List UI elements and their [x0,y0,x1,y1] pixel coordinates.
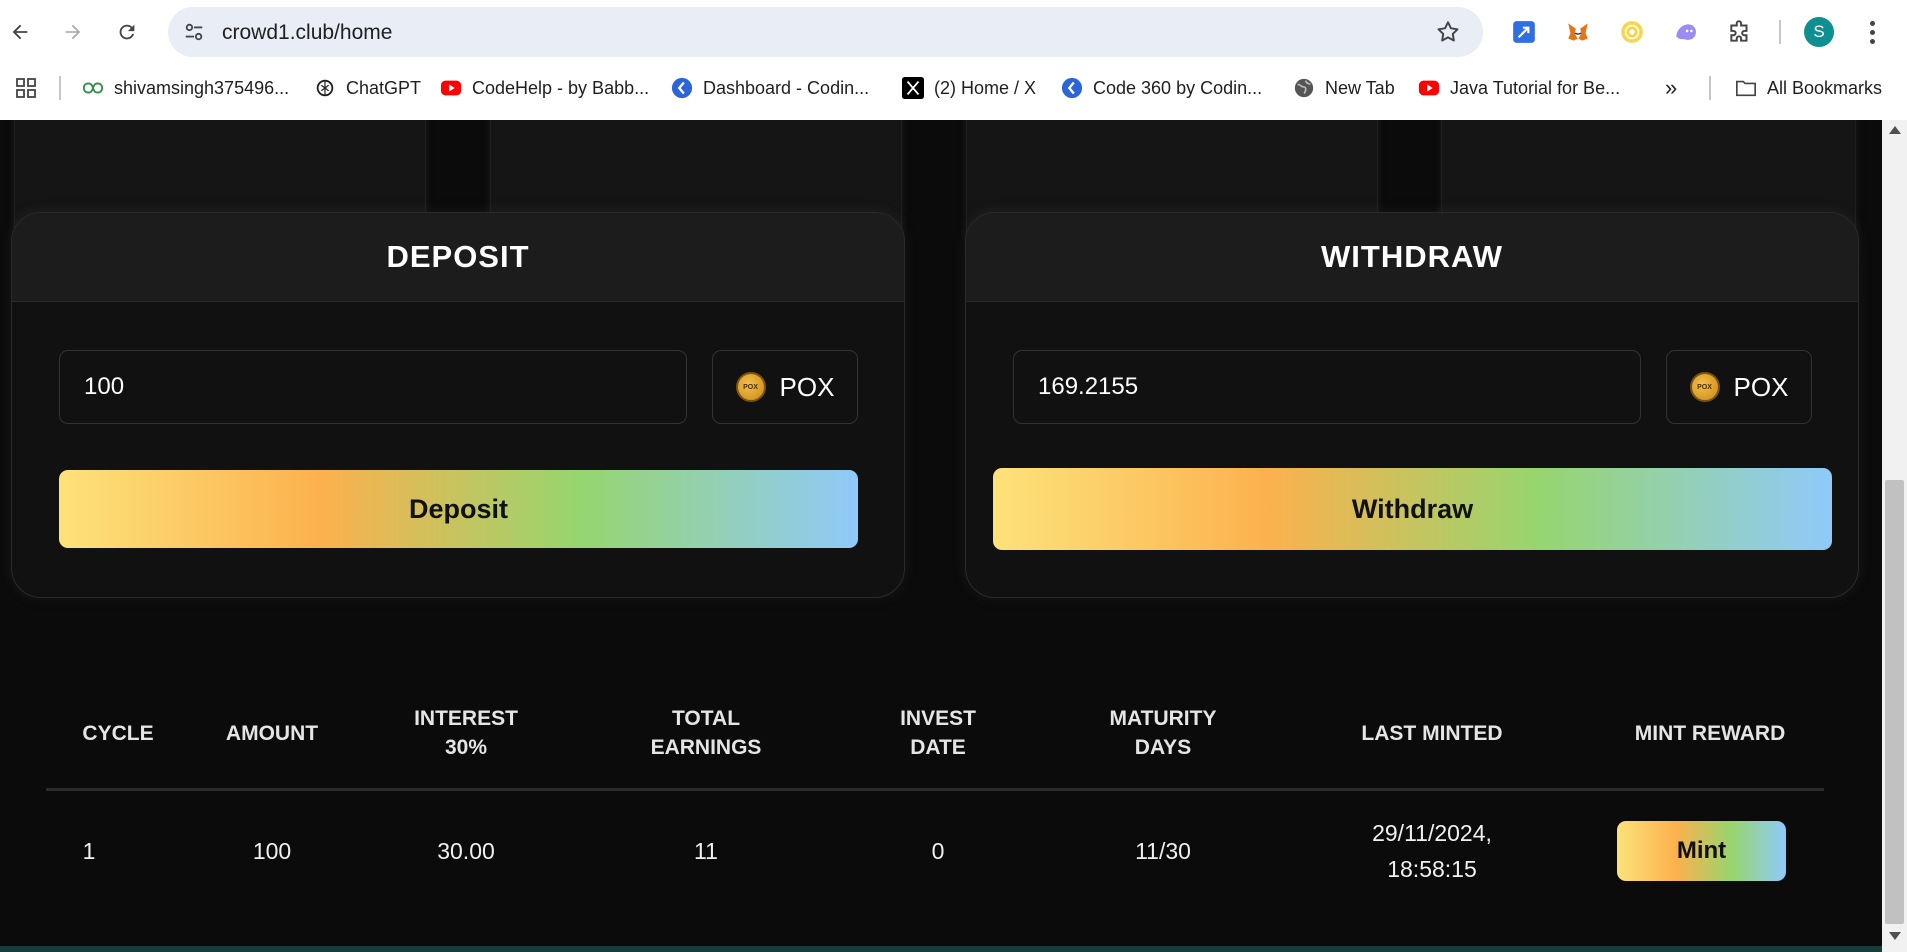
globe-icon [1293,77,1315,99]
chatgpt-icon [314,77,336,99]
column-header-invest-line1: INVEST [900,707,976,730]
cell-invest-date: 0 [931,838,945,864]
bookmark-star-icon[interactable] [1435,19,1461,45]
pox-coin-icon: POX [735,372,766,402]
cell-last-minted-date: 29/11/2024, [1372,820,1492,846]
bookmark-label: shivamsingh375496... [114,77,290,98]
site-info-icon[interactable] [180,18,208,46]
withdraw-amount-input[interactable] [1013,350,1641,424]
withdraw-token-label: POX [1733,371,1789,402]
extension-share-icon[interactable] [1508,16,1540,48]
withdraw-title: WITHDRAW [966,213,1858,302]
scroll-down-arrow-icon[interactable] [1889,932,1901,940]
bookmark-item[interactable]: (2) Home / X [902,74,1036,102]
table-header-divider [46,788,1824,791]
bookmark-label: Code 360 by Codin... [1093,77,1263,98]
youtube-icon [1418,77,1440,99]
cell-amount: 100 [252,838,292,864]
forward-button[interactable] [55,14,91,50]
back-button[interactable] [2,14,38,50]
cell-cycle: 1 [82,838,96,864]
browser-menu-icon[interactable] [1860,16,1884,48]
metamask-fox-icon[interactable] [1562,16,1594,48]
cell-last-minted-time: 18:58:15 [1387,856,1477,882]
column-header-invest-date: INVEST DATE [900,704,976,762]
profile-avatar[interactable]: S [1804,17,1834,47]
bookmark-label: Dashboard - Codin... [703,77,870,98]
deposit-panel: DEPOSIT POX POX Deposit [11,212,905,598]
codingninjas-icon [1061,77,1083,99]
scrollbar-thumb[interactable] [1885,480,1904,924]
back-arrow-icon [12,24,28,40]
page-content: DEPOSIT POX POX Deposit WITHDRAW POX POX… [0,120,1882,952]
column-header-interest-line2: 30% [444,736,488,759]
extension-ghost-icon[interactable] [1670,16,1702,48]
browser-toolbar: crowd1.club/home S [0,0,1907,64]
deposit-title: DEPOSIT [12,213,904,302]
bookmark-label: Java Tutorial for Be... [1450,77,1621,98]
column-header-interest-line1: INTEREST [414,707,518,730]
bookmark-label: New Tab [1325,77,1395,98]
folder-icon [1735,77,1757,99]
address-bar[interactable]: crowd1.club/home [168,7,1483,57]
bookmark-label: ChatGPT [346,77,422,98]
bookmarks-divider [59,76,61,100]
extensions-puzzle-icon[interactable] [1724,16,1756,48]
pox-coin-icon: POX [1689,372,1720,402]
cell-maturity-days: 11/30 [1135,838,1191,864]
geeksforgeeks-icon [82,77,104,99]
all-bookmarks-label: All Bookmarks [1767,77,1883,98]
url-text[interactable]: crowd1.club/home [222,21,392,45]
bookmark-item[interactable]: ChatGPT [314,74,421,102]
apps-grid-icon[interactable] [14,74,38,102]
deposit-token-selector[interactable]: POX POX [712,350,858,424]
scroll-up-arrow-icon[interactable] [1889,126,1901,134]
youtube-icon [440,77,462,99]
reload-icon [119,24,135,40]
cell-last-minted: 29/11/2024, 18:58:15 [1372,815,1492,887]
bookmark-label: CodeHelp - by Babb... [472,77,650,98]
column-header-maturity-line2: DAYS [1134,736,1192,759]
column-header-last-minted: LAST MINTED [1361,722,1503,745]
column-header-mint-reward: MINT REWARD [1634,722,1786,745]
column-header-cycle: CYCLE [82,722,154,745]
extension-spiral-icon[interactable] [1616,16,1648,48]
bookmark-label: (2) Home / X [934,77,1037,98]
bookmark-item[interactable]: CodeHelp - by Babb... [440,74,649,102]
codingninjas-icon [671,77,693,99]
column-header-total-line2: EARNINGS [650,736,762,759]
column-header-maturity-line1: MATURITY [1109,707,1217,730]
column-header-total-line1: TOTAL [671,707,741,730]
browser-chrome: crowd1.club/home S shivamsingh375496... [0,0,1907,120]
column-header-interest: INTEREST 30% [414,704,518,762]
withdraw-token-selector[interactable]: POX POX [1666,350,1812,424]
more-bookmarks-button[interactable]: » [1665,74,1677,102]
toolbar-divider [1779,20,1781,44]
column-header-total-earnings: TOTAL EARNINGS [651,704,762,762]
bookmarks-divider [1709,76,1711,100]
forward-arrow-icon [65,24,81,40]
bookmark-item[interactable]: New Tab [1293,74,1395,102]
bookmark-item[interactable]: Dashboard - Codin... [671,74,869,102]
cell-total-earnings: 11 [694,838,718,864]
column-header-invest-line2: DATE [910,736,966,759]
all-bookmarks-button[interactable]: All Bookmarks [1735,74,1882,102]
cell-interest: 30.00 [437,838,495,864]
deposit-token-label: POX [779,371,835,402]
x-icon [902,77,924,99]
deposit-button[interactable]: Deposit [59,470,858,548]
column-header-amount: AMOUNT [225,722,319,745]
reload-button[interactable] [109,14,145,50]
withdraw-panel: WITHDRAW POX POX Withdraw [965,212,1859,598]
column-header-maturity-days: MATURITY DAYS [1110,704,1217,762]
withdraw-button[interactable]: Withdraw [993,468,1832,550]
mint-button[interactable]: Mint [1617,821,1786,881]
bookmark-item[interactable]: shivamsingh375496... [82,74,289,102]
deposit-amount-input[interactable] [59,350,687,424]
bookmark-item[interactable]: Java Tutorial for Be... [1418,74,1620,102]
bookmark-item[interactable]: Code 360 by Codin... [1061,74,1262,102]
page-bottom-edge [0,946,1882,952]
page-scrollbar[interactable] [1882,120,1907,952]
